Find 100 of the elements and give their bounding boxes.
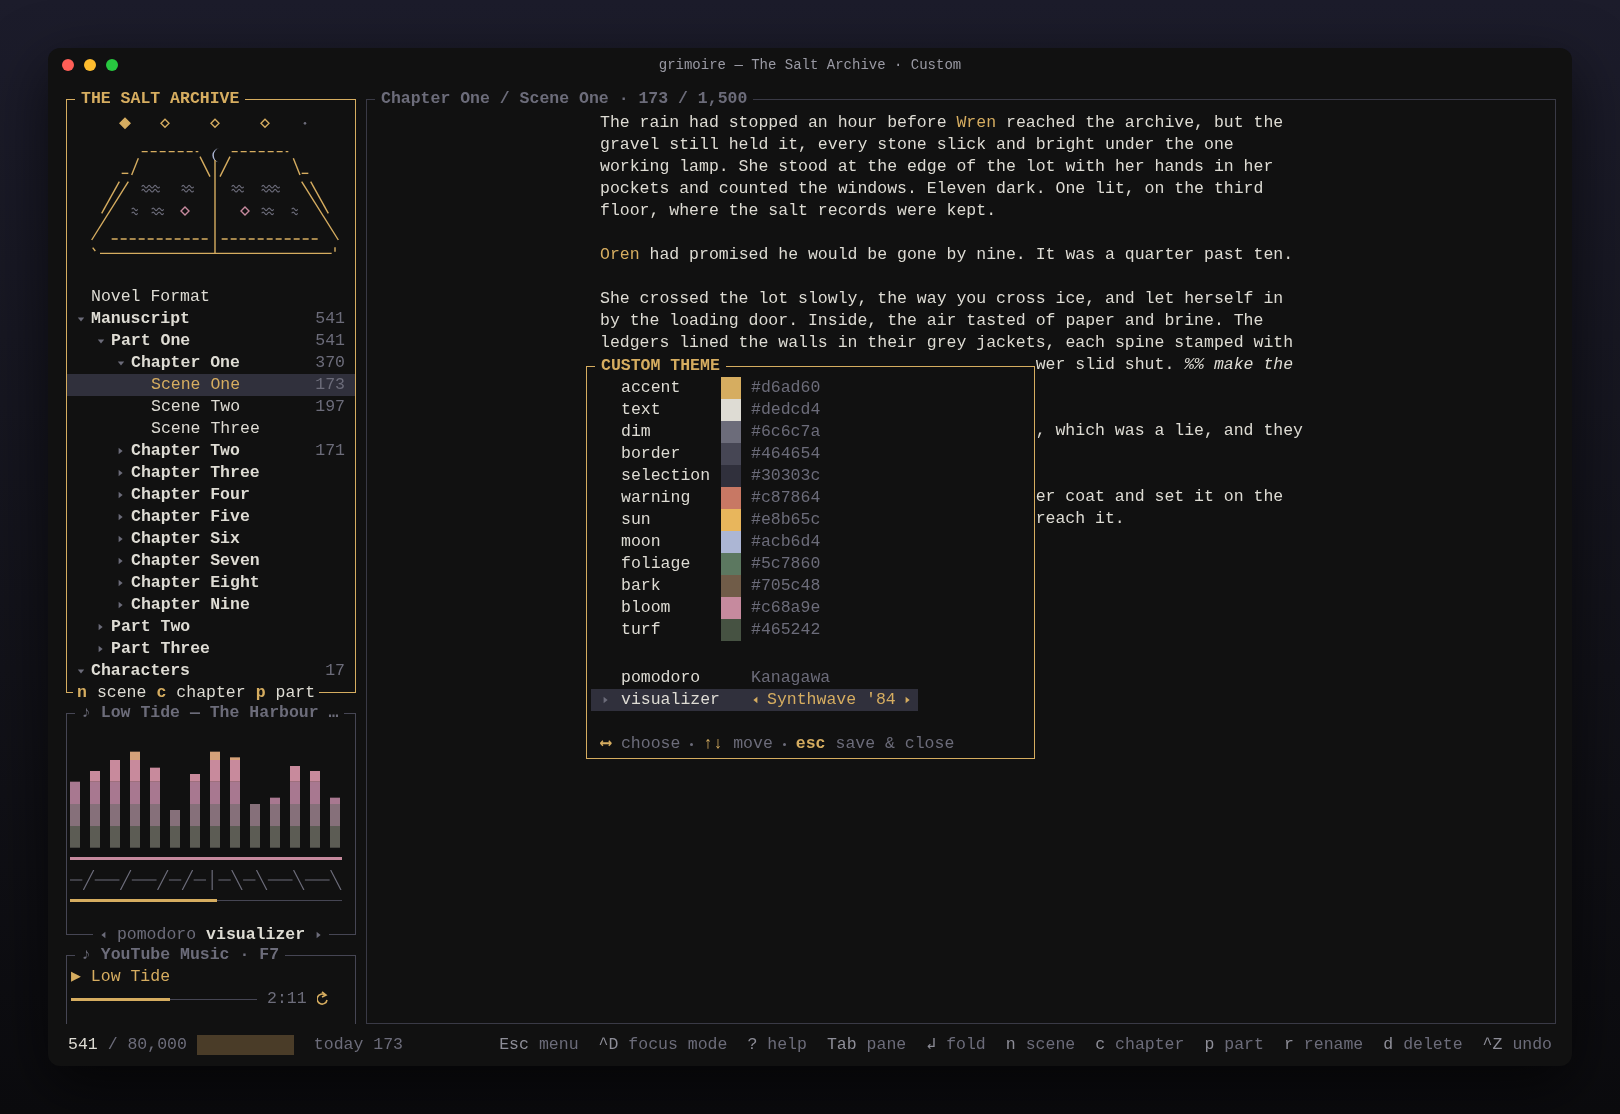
tree-item[interactable]: Chapter Eight [67,572,355,594]
color-name: accent [621,377,682,399]
color-hex: #acb6d4 [751,531,822,553]
color-swatch[interactable] [721,399,741,421]
color-swatch[interactable] [721,575,741,597]
shortcut-key: d [1383,1034,1394,1056]
color-name: border [621,443,682,465]
word-count: 17 [325,660,345,682]
color-name: turf [621,619,662,641]
tree-item[interactable]: Chapter Nine [67,594,355,616]
color-swatch[interactable] [721,487,741,509]
tree-item[interactable]: Characters 17 [67,660,355,682]
shortcut-label: scene [1025,1034,1076,1056]
tree-item[interactable]: Chapter Seven [67,550,355,572]
shortcut-label: chapter [1115,1034,1185,1056]
color-swatch[interactable] [721,619,741,641]
shortcut-label: chapter [176,682,246,704]
shortcut-label: delete [1403,1034,1463,1056]
shortcut-label: choose [620,733,681,755]
refresh-icon[interactable] [316,991,329,1007]
tree-item[interactable]: Scene One 173 [67,374,355,396]
shortcut-key: p [255,682,266,704]
color-hex: #dedcd4 [751,399,822,421]
shortcut-key: ^Z [1482,1034,1503,1056]
color-swatch[interactable] [721,443,741,465]
separator-dot [782,742,786,746]
shortcut-key: ⟷ [601,733,611,755]
text-line: Oren had promised he would be gone by nine. It was a quarter past ten. [600,244,1295,266]
tree-item[interactable]: Chapter Six [67,528,355,550]
text-line: floor, where the salt records were kept. [600,200,998,222]
minimize-button[interactable] [84,59,96,71]
tree-item[interactable]: Chapter Four [67,484,355,506]
color-hex: #30303c [751,465,822,487]
shortcut-label: scene [96,682,147,704]
shortcut-key: ^D [598,1034,619,1056]
shortcut-label: focus mode [628,1034,728,1056]
color-name: bloom [621,597,672,619]
tree-item[interactable]: Part Three [67,638,355,660]
text-line: gravel still held it, every stone slick and bright under the one [600,134,1235,156]
shortcut-label: fold [946,1034,986,1056]
shortcut-key: ? [747,1034,758,1056]
tree-item[interactable]: Part One 541 [67,330,355,352]
close-button[interactable] [62,59,74,71]
word-count: 541 [315,330,345,352]
theme-option[interactable]: pomodoro Kanagawa [591,667,837,689]
tree-item[interactable]: Chapter One 370 [67,352,355,374]
tree-item[interactable]: Chapter Three [67,462,355,484]
shortcut-label: part [275,682,316,704]
shortcut-label: rename [1303,1034,1364,1056]
track-time: 2:11 [267,988,307,1010]
shortcut-label: menu [538,1034,579,1056]
caret-icon [751,696,759,704]
shortcut-label: pane [866,1034,907,1056]
text-line: ledgers lined the walls in their grey jackets, each spine stamped with [600,332,1295,354]
tree-item[interactable]: Novel Format [67,286,355,308]
separator-dot [690,742,694,746]
widget-tab[interactable]: pomodoro [116,924,197,946]
tree-item[interactable]: Chapter Two 171 [67,440,355,462]
shortcut-label: undo [1512,1034,1552,1056]
theme-option[interactable]: visualizer Synthwave '84 [591,689,918,711]
track-title: ▶ Low Tide [70,966,172,988]
color-hex: #d6ad60 [751,377,822,399]
shortcut-key: Tab [826,1034,857,1056]
text-line: The rain had stopped an hour before Wren reached the archive, but the [600,112,1285,134]
word-count: 197 [315,396,345,418]
shortcut-key: Esc [499,1034,529,1056]
shortcut-key: r [1283,1034,1294,1056]
word-count: 541 [68,1034,98,1056]
word-goal: / 80,000 [106,1034,187,1056]
word-count: 541 [315,308,345,330]
color-swatch[interactable] [721,377,741,399]
shortcut-key: n [1005,1034,1016,1056]
color-hex: #5c7860 [751,553,822,575]
color-swatch[interactable] [721,421,741,443]
tree-item[interactable]: Manuscript 541 [67,308,355,330]
color-swatch[interactable] [721,531,741,553]
tree-item[interactable]: Scene Two 197 [67,396,355,418]
color-name: text [621,399,662,421]
color-hex: #705c48 [751,575,822,597]
shortcut-key: p [1204,1034,1215,1056]
color-name: moon [621,531,662,553]
tree-item[interactable]: Part Two [67,616,355,638]
color-hex: #c68a9e [751,597,822,619]
color-swatch[interactable] [721,553,741,575]
widget-tab[interactable]: visualizer [206,924,306,946]
zoom-button[interactable] [106,59,118,71]
text-line: reach it. [1035,509,1125,528]
color-swatch[interactable] [721,465,741,487]
color-swatch[interactable] [721,509,741,531]
caret-icon [903,696,912,704]
color-name: selection [621,465,712,487]
text-line: wer slid shut. %% make the [1035,355,1294,374]
color-swatch[interactable] [721,597,741,619]
tree-item[interactable]: Scene Three [67,418,355,440]
color-name: bark [621,575,662,597]
tree-item[interactable]: Chapter Five [67,506,355,528]
shortcut-key: n [77,682,87,704]
shortcut-label: move [733,733,773,755]
text-line: working lamp. She stood at the edge of the lot with her hands in her [600,156,1275,178]
shortcut-label: part [1224,1034,1264,1056]
